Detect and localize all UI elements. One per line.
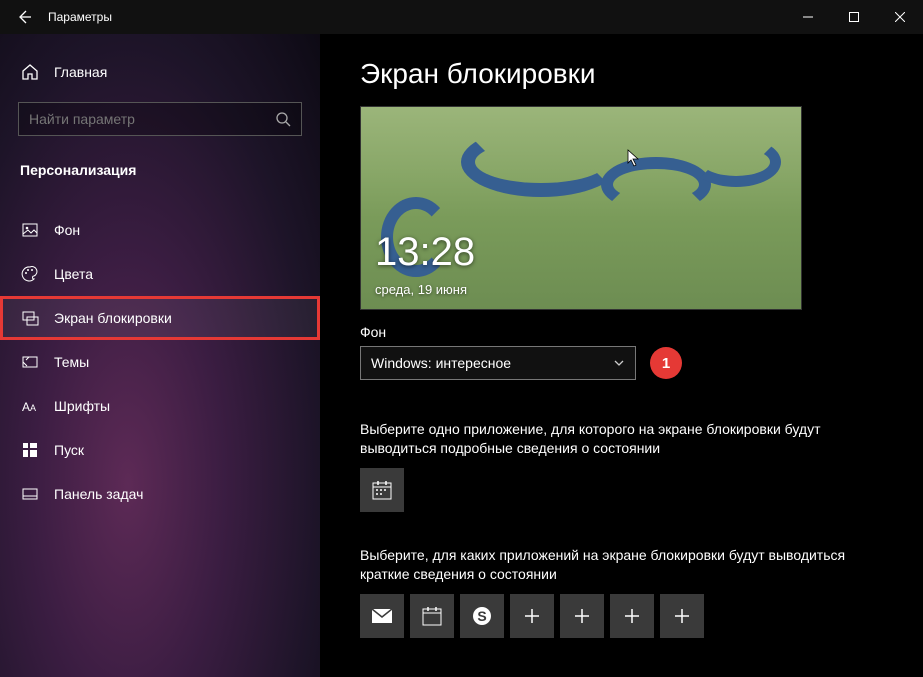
- annotation-badge: 1: [650, 347, 682, 379]
- quick-app-tile-mail[interactable]: [360, 594, 404, 638]
- svg-text:S: S: [477, 608, 486, 624]
- themes-icon: [20, 352, 40, 372]
- search-icon: [275, 111, 291, 127]
- maximize-icon: [849, 12, 859, 22]
- section-label: Персонализация: [0, 150, 320, 188]
- start-icon: [20, 440, 40, 460]
- sidebar-item-themes[interactable]: Темы: [0, 340, 320, 384]
- quick-status-tiles: S: [360, 594, 883, 638]
- quick-app-tile-add[interactable]: [510, 594, 554, 638]
- background-dropdown[interactable]: Windows: интересное: [360, 346, 636, 380]
- calendar-icon: [371, 479, 393, 501]
- arrow-left-icon: [16, 9, 32, 25]
- search-input[interactable]: [29, 111, 275, 127]
- maximize-button[interactable]: [831, 0, 877, 34]
- lockscreen-preview: 13:28 среда, 19 июня: [360, 106, 802, 310]
- quick-status-desc: Выберите, для каких приложений на экране…: [360, 546, 880, 584]
- plus-icon: [574, 608, 590, 624]
- sidebar-item-label: Цвета: [54, 266, 93, 282]
- sidebar-item-colors[interactable]: Цвета: [0, 252, 320, 296]
- close-button[interactable]: [877, 0, 923, 34]
- home-button[interactable]: Главная: [0, 52, 320, 92]
- sidebar: Главная Персонализация Фон Цвета Экран б…: [0, 34, 320, 677]
- sidebar-item-label: Пуск: [54, 442, 84, 458]
- plus-icon: [624, 608, 640, 624]
- sidebar-item-background[interactable]: Фон: [0, 208, 320, 252]
- dropdown-value: Windows: интересное: [371, 355, 511, 371]
- mail-icon: [371, 608, 393, 624]
- home-label: Главная: [54, 64, 107, 80]
- preview-date: среда, 19 июня: [375, 282, 467, 297]
- close-icon: [895, 12, 905, 22]
- skype-icon: S: [471, 605, 493, 627]
- svg-text:A: A: [30, 403, 36, 413]
- page-title: Экран блокировки: [360, 58, 883, 90]
- plus-icon: [524, 608, 540, 624]
- search-box[interactable]: [18, 102, 302, 136]
- nav-list: Фон Цвета Экран блокировки Темы AA Шрифт…: [0, 188, 320, 516]
- sidebar-item-label: Шрифты: [54, 398, 110, 414]
- palette-icon: [20, 264, 40, 284]
- main-panel: Экран блокировки 13:28 среда, 19 июня Фо…: [320, 34, 923, 677]
- sidebar-item-fonts[interactable]: AA Шрифты: [0, 384, 320, 428]
- detailed-status-desc: Выберите одно приложение, для которого н…: [360, 420, 880, 458]
- minimize-icon: [803, 12, 813, 22]
- fonts-icon: AA: [20, 396, 40, 416]
- sidebar-item-lockscreen[interactable]: Экран блокировки: [0, 296, 320, 340]
- taskbar-icon: [20, 484, 40, 504]
- home-icon: [20, 62, 40, 82]
- calendar-icon: [421, 605, 443, 627]
- lockscreen-icon: [20, 308, 40, 328]
- quick-app-tile-calendar[interactable]: [410, 594, 454, 638]
- quick-app-tile-add[interactable]: [610, 594, 654, 638]
- picture-icon: [20, 220, 40, 240]
- cursor-icon: [627, 149, 641, 167]
- titlebar: Параметры: [0, 0, 923, 34]
- detailed-status-tiles: [360, 468, 883, 512]
- sidebar-item-start[interactable]: Пуск: [0, 428, 320, 472]
- quick-app-tile-add[interactable]: [560, 594, 604, 638]
- sidebar-item-label: Панель задач: [54, 486, 143, 502]
- preview-time: 13:28: [375, 230, 475, 275]
- window-title: Параметры: [48, 10, 112, 24]
- quick-app-tile-add[interactable]: [660, 594, 704, 638]
- sidebar-item-label: Экран блокировки: [54, 310, 172, 326]
- back-button[interactable]: [0, 0, 48, 34]
- quick-app-tile-skype[interactable]: S: [460, 594, 504, 638]
- sidebar-item-label: Фон: [54, 222, 80, 238]
- chevron-down-icon: [613, 357, 625, 369]
- background-label: Фон: [360, 324, 883, 340]
- svg-text:A: A: [22, 400, 30, 414]
- sidebar-item-taskbar[interactable]: Панель задач: [0, 472, 320, 516]
- sidebar-item-label: Темы: [54, 354, 89, 370]
- plus-icon: [674, 608, 690, 624]
- detailed-app-tile[interactable]: [360, 468, 404, 512]
- minimize-button[interactable]: [785, 0, 831, 34]
